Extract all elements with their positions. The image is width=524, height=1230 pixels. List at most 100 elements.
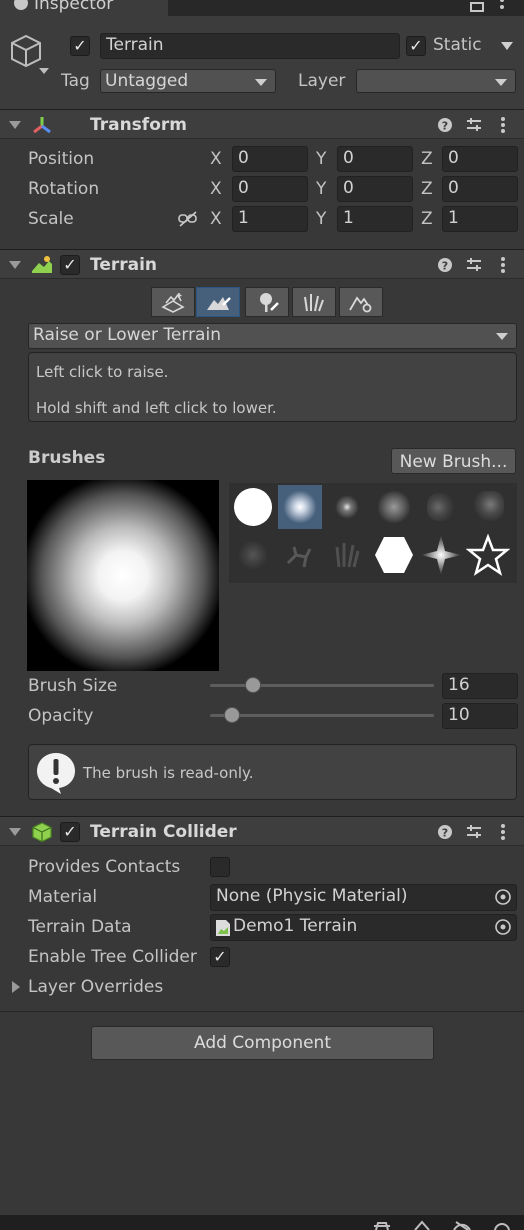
paint-trees-tool-button[interactable] <box>245 287 289 317</box>
presets-icon[interactable] <box>466 117 482 133</box>
scale-y-field[interactable]: 1 <box>337 206 413 232</box>
brush-hard-circle[interactable] <box>231 485 275 529</box>
opacity-slider-thumb[interactable] <box>224 707 241 723</box>
layer-label: Layer <box>298 71 346 91</box>
transform-axes-icon <box>33 117 51 134</box>
brush-size-label: Brush Size <box>28 676 118 696</box>
context-menu-icon[interactable] <box>498 823 508 841</box>
material-value: None (Physic Material) <box>216 886 408 906</box>
layer-overrides-foldout-icon[interactable] <box>12 981 20 993</box>
gameobject-cube-icon[interactable] <box>8 32 52 78</box>
opacity-field[interactable]: 10 <box>442 703 518 729</box>
tag-dropdown[interactable]: Untagged <box>100 69 276 93</box>
position-z-field[interactable]: 0 <box>442 146 518 172</box>
brush-size-field[interactable]: 16 <box>442 673 518 699</box>
tree-collider-checkbox[interactable]: ✓ <box>210 947 230 967</box>
position-x-axis: X <box>210 149 222 169</box>
terrain-data-field[interactable]: Demo1 Terrain <box>210 914 517 941</box>
settings-icon[interactable] <box>492 1220 512 1230</box>
brush-soft-circle-selected[interactable] <box>278 485 322 529</box>
gameobject-header <box>0 16 524 110</box>
static-checkbox[interactable]: ✓ <box>406 36 426 56</box>
brush-hexagon[interactable] <box>372 533 416 577</box>
brush-grass[interactable] <box>325 533 369 577</box>
rotation-z-field[interactable]: 0 <box>442 176 518 202</box>
rotation-x-field[interactable]: 0 <box>232 176 308 202</box>
terrain-title: Terrain <box>90 255 158 275</box>
position-x-field[interactable]: 0 <box>232 146 308 172</box>
create-neighbor-tool-button[interactable] <box>151 287 195 317</box>
layer-overrides-label[interactable]: Layer Overrides <box>28 977 163 997</box>
help-line-1: Left click to raise. <box>36 363 169 381</box>
material-label: Material <box>28 887 98 907</box>
position-y-field[interactable]: 0 <box>337 146 413 172</box>
terrain-header[interactable]: ✓ Terrain ? <box>0 249 524 279</box>
brush-size-slider-thumb[interactable] <box>244 677 261 693</box>
brush-noise-2[interactable] <box>466 485 510 529</box>
object-name-field[interactable]: Terrain <box>100 33 400 59</box>
tree-collider-label: Enable Tree Collider <box>28 947 197 967</box>
static-dropdown-icon[interactable] <box>500 41 514 51</box>
help-line-2: Hold shift and left click to lower. <box>36 399 277 417</box>
brushes-label: Brushes <box>28 448 106 468</box>
opacity-slider[interactable] <box>210 714 434 717</box>
rotation-y-field[interactable]: 0 <box>337 176 413 202</box>
provides-contacts-label: Provides Contacts <box>28 857 181 877</box>
help-icon[interactable]: ? <box>437 117 453 133</box>
scale-x-axis: X <box>210 209 222 229</box>
kebab-menu-icon[interactable] <box>496 0 508 12</box>
paint-details-tool-button[interactable] <box>292 287 336 317</box>
brush-star-outline[interactable] <box>465 533 511 577</box>
object-picker-icon[interactable] <box>494 888 512 906</box>
terrain-enabled-checkbox[interactable]: ✓ <box>60 255 80 275</box>
status-bar <box>0 1215 524 1230</box>
context-menu-icon[interactable] <box>498 256 508 274</box>
terrain-data-value: Demo1 Terrain <box>233 916 358 936</box>
svg-text:?: ? <box>442 260 448 273</box>
info-bubble-icon <box>37 753 75 794</box>
opacity-label: Opacity <box>28 706 94 726</box>
help-icon[interactable]: ? <box>437 257 453 273</box>
brush-splat[interactable] <box>231 533 275 577</box>
rotation-label: Rotation <box>28 179 100 199</box>
new-brush-button[interactable]: New Brush... <box>391 448 516 474</box>
inspector-tab[interactable]: Inspector <box>0 0 168 16</box>
brush-cloud[interactable] <box>372 485 416 529</box>
brush-cracks[interactable] <box>278 533 322 577</box>
rotation-z-axis: Z <box>421 179 433 199</box>
presets-icon[interactable] <box>466 257 482 273</box>
presets-icon[interactable] <box>466 824 482 840</box>
foldout-arrow-icon[interactable] <box>9 261 21 269</box>
debug-bug-icon[interactable] <box>372 1220 392 1230</box>
brush-small-soft[interactable] <box>325 485 369 529</box>
paint-terrain-tool-button[interactable] <box>196 287 240 317</box>
terrain-settings-tool-button[interactable] <box>339 287 383 317</box>
object-picker-icon[interactable] <box>494 918 512 936</box>
brush-sparkle[interactable] <box>419 533 463 577</box>
material-field[interactable]: None (Physic Material) <box>210 884 517 911</box>
active-checkbox[interactable]: ✓ <box>70 36 90 56</box>
add-component-button[interactable]: Add Component <box>91 1026 434 1060</box>
brush-size-slider[interactable] <box>210 684 434 687</box>
transform-header[interactable]: Transform ? <box>0 109 524 139</box>
help-icon[interactable]: ? <box>437 824 453 840</box>
constrain-proportions-icon[interactable] <box>178 211 198 227</box>
lock-icon[interactable] <box>468 0 486 12</box>
foldout-arrow-icon[interactable] <box>9 121 21 129</box>
scale-x-field[interactable]: 1 <box>232 206 308 232</box>
info-icon <box>14 0 28 10</box>
visibility-icon[interactable] <box>452 1220 472 1230</box>
layer-dropdown[interactable] <box>356 69 516 93</box>
terrain-tool-dropdown[interactable]: Raise or Lower Terrain <box>28 323 517 349</box>
chevron-down-icon <box>496 333 508 340</box>
scale-label: Scale <box>28 209 74 229</box>
scale-z-field[interactable]: 1 <box>442 206 518 232</box>
create-neighbor-icon <box>161 293 185 313</box>
context-menu-icon[interactable] <box>498 116 508 134</box>
foldout-arrow-icon[interactable] <box>9 828 21 836</box>
brush-noise-1[interactable] <box>419 485 463 529</box>
console-icon[interactable] <box>412 1220 432 1230</box>
collider-enabled-checkbox[interactable]: ✓ <box>60 822 80 842</box>
terrain-collider-header[interactable]: ✓ Terrain Collider ? <box>0 816 524 846</box>
provides-contacts-checkbox[interactable] <box>210 857 230 877</box>
